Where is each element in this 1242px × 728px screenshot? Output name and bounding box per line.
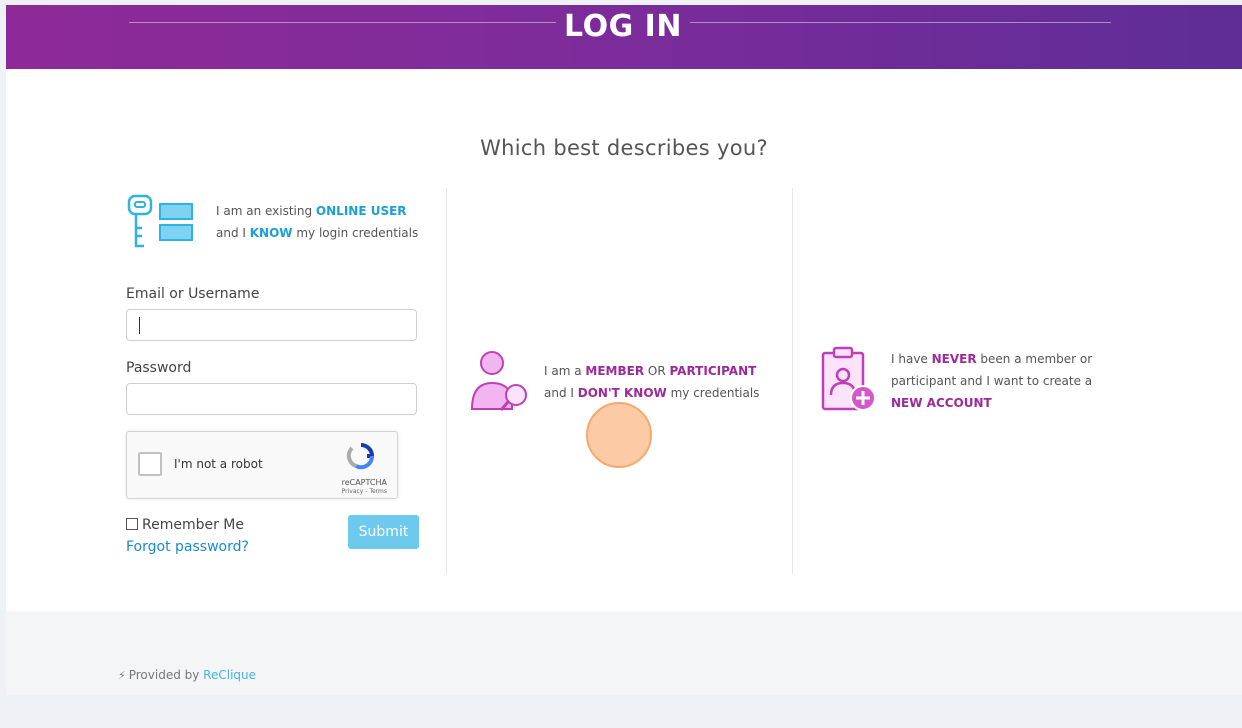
click-indicator: [586, 402, 652, 468]
remember-me-checkbox[interactable]: [126, 518, 138, 530]
email-label: Email or Username: [126, 286, 260, 302]
online-user-line1-text: I am an existing: [216, 204, 316, 218]
page-frame: LOG IN Which best describes you? I am an…: [6, 5, 1242, 695]
new-line1-prefix: I have: [891, 352, 932, 366]
password-field[interactable]: [126, 383, 417, 415]
member-line1-prefix: I am a: [544, 364, 586, 378]
new-line1-suffix: been a member or: [976, 352, 1093, 366]
remember-me-label: Remember Me: [142, 517, 244, 533]
new-account-clipboard-icon[interactable]: [820, 345, 882, 419]
new-account-description[interactable]: I have NEVER been a member or participan…: [891, 348, 1126, 414]
question-heading: Which best describes you?: [480, 136, 768, 160]
recaptcha-privacy-terms[interactable]: Privacy - Terms: [342, 488, 387, 495]
recaptcha-logo-icon: [346, 442, 376, 474]
header-rule-left: [129, 22, 556, 23]
provided-by-label: Provided by: [128, 668, 204, 682]
key-card-icon: [126, 194, 196, 253]
member-line2-prefix: and I: [544, 386, 578, 400]
text-caret: [139, 317, 140, 334]
online-user-highlight: ONLINE USER: [315, 204, 407, 218]
member-line2-suffix: my credentials: [666, 386, 760, 400]
email-field[interactable]: [126, 309, 417, 341]
remember-me[interactable]: Remember Me: [126, 517, 244, 533]
new-account-highlight: NEW ACCOUNT: [891, 396, 992, 410]
member-description[interactable]: I am a MEMBER OR PARTICIPANT and I DON'T…: [544, 360, 784, 404]
new-line2: participant and I want to create a: [891, 374, 1093, 388]
member-line1-mid: OR: [644, 364, 670, 378]
submit-button[interactable]: Submit: [348, 515, 419, 549]
plug-icon: ⚡: [118, 669, 126, 682]
online-user-line2-suffix: my login credentials: [292, 226, 419, 240]
recaptcha-checkbox[interactable]: [138, 452, 162, 476]
know-highlight: KNOW: [249, 226, 293, 240]
recaptcha-label: I'm not a robot: [174, 457, 263, 471]
reclique-link[interactable]: ReClique: [203, 668, 256, 682]
header-bar: LOG IN: [6, 5, 1242, 69]
member-search-icon[interactable]: [468, 347, 534, 417]
forgot-password-link[interactable]: Forgot password?: [126, 539, 249, 555]
column-divider-1: [446, 188, 447, 574]
online-user-description: I am an existing ONLINE USER and I KNOW …: [216, 200, 431, 244]
provided-by: ⚡ Provided by ReClique: [118, 668, 256, 682]
member-highlight: MEMBER: [585, 364, 645, 378]
footer: ⚡ Provided by ReClique: [6, 611, 1242, 695]
password-label: Password: [126, 360, 192, 376]
header-rule-right: [690, 22, 1111, 23]
online-user-line2-prefix: and I: [216, 226, 250, 240]
participant-highlight: PARTICIPANT: [669, 364, 757, 378]
recaptcha-brand: reCAPTCHA: [341, 478, 387, 487]
dont-know-highlight: DON'T KNOW: [577, 386, 667, 400]
column-divider-2: [792, 188, 793, 574]
recaptcha-widget: I'm not a robot reCAPTCHA Privacy - Term…: [126, 431, 398, 499]
never-highlight: NEVER: [931, 352, 977, 366]
page-title: LOG IN: [564, 9, 682, 44]
